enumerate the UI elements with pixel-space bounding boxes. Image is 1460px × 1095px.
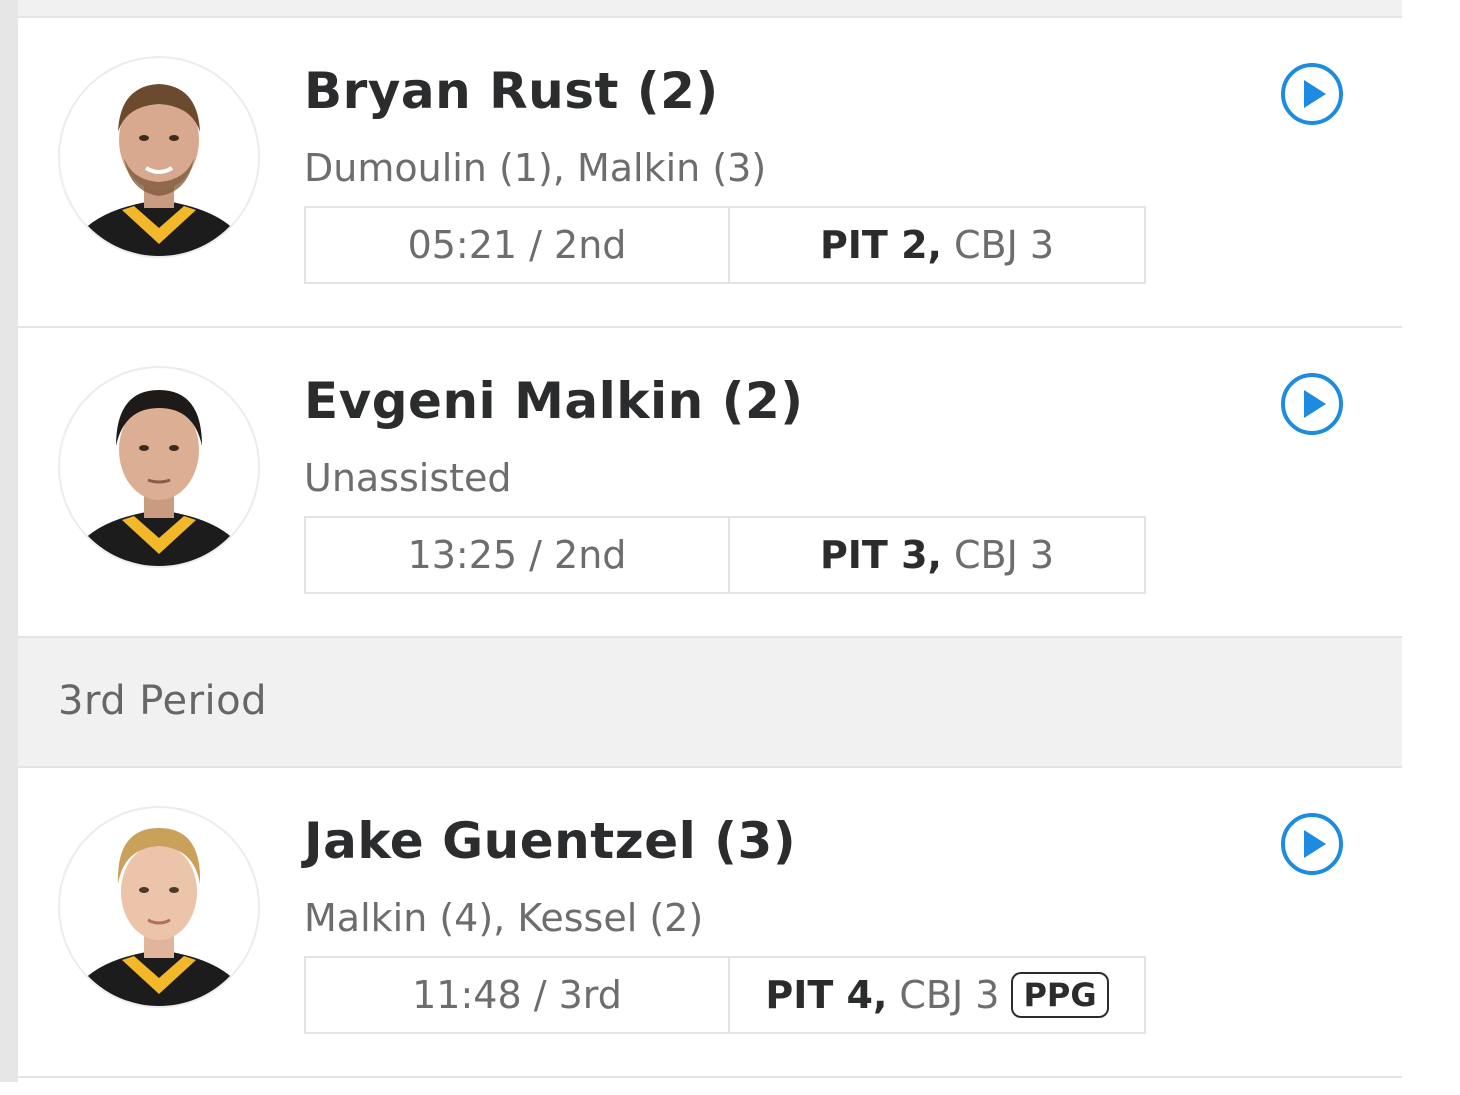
goal-info: 05:21 / 2nd PIT 2, CBJ 3 bbox=[304, 206, 1146, 284]
play-icon bbox=[1281, 63, 1343, 125]
goal-time: 13:25 / 2nd bbox=[306, 518, 730, 592]
goal-scorer[interactable]: Bryan Rust (2) bbox=[304, 62, 719, 120]
goal-row: Evgeni Malkin (2) Unassisted 13:25 / 2nd… bbox=[18, 328, 1402, 636]
goal-assists: Malkin (4), Kessel (2) bbox=[304, 896, 704, 940]
goal-scorer[interactable]: Evgeni Malkin (2) bbox=[304, 372, 804, 430]
player-headshot-icon bbox=[78, 390, 240, 566]
goal-assists: Unassisted bbox=[304, 456, 512, 500]
left-rail bbox=[0, 0, 18, 1082]
player-headshot-icon bbox=[78, 84, 240, 256]
score-away: CBJ 3 bbox=[899, 973, 1000, 1017]
goal-score: PIT 3, CBJ 3 bbox=[730, 518, 1144, 592]
period-label: 3rd Period bbox=[58, 678, 268, 724]
score-away: CBJ 3 bbox=[953, 223, 1055, 267]
goal-time: 11:48 / 3rd bbox=[306, 958, 730, 1032]
top-divider bbox=[18, 0, 1402, 18]
player-avatar bbox=[58, 56, 260, 258]
goal-info: 11:48 / 3rd PIT 4, CBJ 3 PPG bbox=[304, 956, 1146, 1034]
goal-row: Bryan Rust (2) Dumoulin (1), Malkin (3) … bbox=[18, 18, 1402, 328]
goal-time: 05:21 / 2nd bbox=[306, 208, 730, 282]
player-headshot-icon bbox=[78, 828, 240, 1006]
goal-info: 13:25 / 2nd PIT 3, CBJ 3 bbox=[304, 516, 1146, 594]
score-separator: , bbox=[872, 973, 888, 1017]
goal-row: Jake Guentzel (3) Malkin (4), Kessel (2)… bbox=[18, 768, 1402, 1078]
scoring-panel: Bryan Rust (2) Dumoulin (1), Malkin (3) … bbox=[18, 0, 1402, 1082]
play-highlight-button[interactable] bbox=[1280, 62, 1344, 126]
goal-assists: Dumoulin (1), Malkin (3) bbox=[304, 146, 767, 190]
goal-score: PIT 2, CBJ 3 bbox=[730, 208, 1144, 282]
player-avatar bbox=[58, 366, 260, 568]
score-home: PIT 3 bbox=[819, 533, 928, 577]
period-header: 3rd Period bbox=[18, 636, 1402, 768]
play-highlight-button[interactable] bbox=[1280, 372, 1344, 436]
goal-score: PIT 4, CBJ 3 PPG bbox=[730, 958, 1144, 1032]
play-highlight-button[interactable] bbox=[1280, 812, 1344, 876]
score-separator: , bbox=[927, 533, 942, 577]
score-away: CBJ 3 bbox=[953, 533, 1055, 577]
play-icon bbox=[1281, 373, 1343, 435]
goal-scorer[interactable]: Jake Guentzel (3) bbox=[304, 812, 796, 870]
score-home: PIT 4 bbox=[765, 973, 873, 1017]
scoring-summary: Bryan Rust (2) Dumoulin (1), Malkin (3) … bbox=[0, 0, 1460, 1095]
play-icon bbox=[1281, 813, 1343, 875]
player-avatar bbox=[58, 806, 260, 1008]
score-separator: , bbox=[927, 223, 942, 267]
score-home: PIT 2 bbox=[819, 223, 928, 267]
power-play-goal-badge: PPG bbox=[1011, 972, 1109, 1018]
